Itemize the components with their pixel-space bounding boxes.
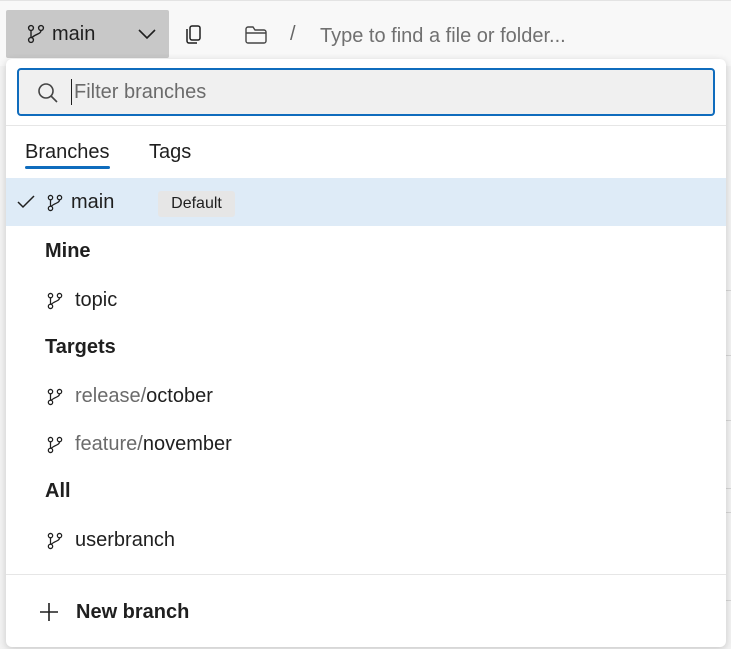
branch-leaf: october — [146, 385, 213, 407]
plus-icon — [39, 602, 59, 627]
chevron-down-icon — [137, 27, 157, 46]
tab-tags-label: Tags — [149, 141, 192, 163]
background-page-edge — [726, 66, 731, 649]
background-divider — [726, 355, 731, 356]
branch-icon — [46, 387, 64, 412]
file-path-input[interactable] — [320, 23, 720, 49]
branch-item-release-october[interactable]: release/october — [6, 373, 726, 421]
folder-icon — [244, 24, 268, 51]
background-divider — [726, 488, 731, 489]
branch-icon — [46, 531, 64, 556]
branch-leaf: november — [142, 433, 232, 455]
background-divider — [726, 512, 731, 513]
divider — [6, 125, 726, 126]
branch-name: topic — [75, 289, 117, 312]
copy-icon[interactable] — [182, 22, 206, 46]
branch-name: release/october — [75, 385, 213, 408]
path-separator: / — [290, 23, 296, 45]
divider — [6, 574, 726, 575]
active-tab-indicator — [25, 166, 110, 169]
group-header-targets: Targets — [45, 336, 116, 358]
branch-picker-popup: Branches Tags main Default Mine topic — [6, 59, 726, 647]
new-branch-label: New branch — [76, 601, 190, 623]
tab-tags[interactable]: Tags — [149, 141, 191, 164]
background-divider — [726, 420, 731, 421]
tab-branches[interactable]: Branches — [25, 141, 110, 169]
filter-branches-input[interactable] — [71, 79, 691, 105]
branch-prefix: feature/ — [75, 433, 143, 455]
check-icon — [17, 194, 35, 215]
branch-icon — [46, 291, 64, 316]
branch-prefix: release/ — [75, 385, 147, 407]
branch-leaf: topic — [75, 289, 118, 311]
branch-item-feature-november[interactable]: feature/november — [6, 421, 726, 469]
default-badge: Default — [158, 191, 235, 217]
branch-icon — [46, 435, 64, 460]
branch-item-main[interactable]: main Default — [6, 178, 726, 226]
branch-item-topic[interactable]: topic — [6, 277, 726, 325]
group-header-all: All — [45, 480, 71, 502]
branch-leaf: userbranch — [75, 529, 176, 551]
filter-box — [17, 68, 715, 116]
search-icon — [37, 82, 59, 109]
background-divider — [726, 600, 731, 601]
branch-name: feature/november — [75, 433, 232, 456]
branch-name: main — [71, 191, 115, 213]
new-branch-button[interactable]: New branch — [6, 587, 726, 639]
group-header-mine: Mine — [45, 240, 91, 262]
branch-selector-label: main — [52, 23, 96, 45]
branch-selector-button[interactable]: main — [6, 10, 169, 58]
branch-item-userbranch[interactable]: userbranch — [6, 517, 726, 565]
branch-icon — [26, 24, 46, 49]
branch-name: userbranch — [75, 529, 175, 552]
background-divider — [726, 290, 731, 291]
toolbar: main / — [0, 0, 731, 66]
branch-icon — [46, 193, 64, 218]
tab-branches-label: Branches — [25, 141, 110, 163]
